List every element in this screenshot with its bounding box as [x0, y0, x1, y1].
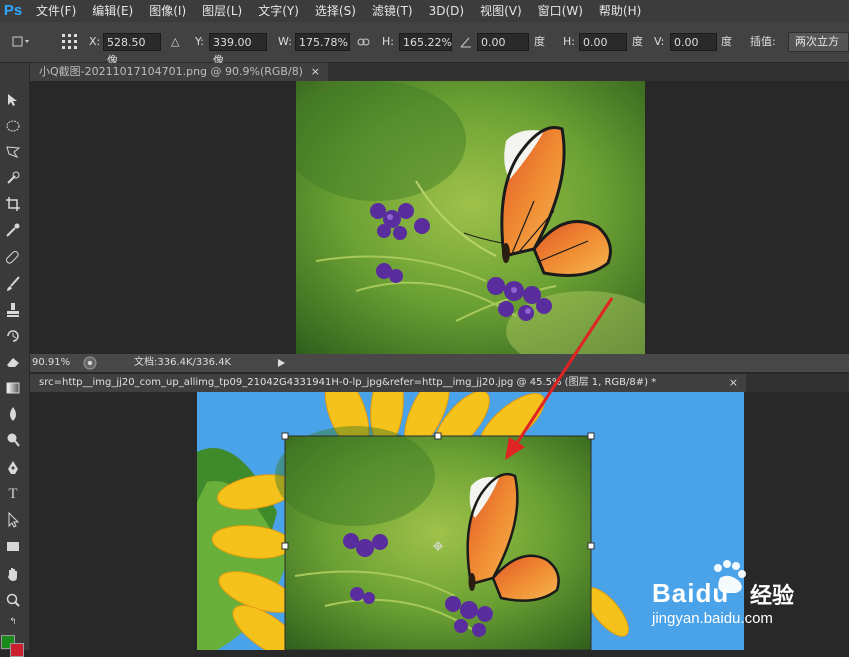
status-arrow-icon[interactable]: [276, 358, 286, 368]
x-label: X:: [89, 35, 101, 48]
reference-point-icon[interactable]: [60, 32, 80, 52]
watermark-url: jingyan.baidu.com: [652, 610, 773, 627]
menu-help[interactable]: 帮助(H): [593, 0, 647, 22]
hskew-label: H:: [563, 35, 575, 48]
zoom-tool-icon[interactable]: [2, 589, 24, 611]
blur-tool-icon[interactable]: [2, 403, 24, 425]
move-tool-icon[interactable]: [2, 89, 24, 111]
y-input[interactable]: 339.00 像: [209, 33, 267, 67]
butterfly-image: [296, 81, 645, 354]
path-select-tool-icon[interactable]: [2, 509, 24, 531]
quick-select-tool-icon[interactable]: [2, 167, 24, 189]
document-tab-2-title: src=http__img_jj20_com_up_allimg_tp09_21…: [39, 377, 657, 388]
relative-position-icon[interactable]: △: [171, 33, 179, 51]
w-label: W:: [278, 35, 292, 48]
menu-layer[interactable]: 图层(L): [196, 0, 248, 22]
watermark-brand: Baidu: [652, 578, 730, 608]
status-bar-1: 90.91% 文档:336.4K/336.4K: [30, 354, 849, 372]
marquee-tool-icon[interactable]: [2, 115, 24, 137]
document-size: 文档:336.4K/336.4K: [134, 357, 232, 368]
angle-unit: 度: [534, 35, 545, 48]
menu-type[interactable]: 文字(Y): [252, 0, 305, 22]
y-label: Y:: [195, 35, 204, 48]
transform-tool-icon: [12, 36, 29, 47]
menu-image[interactable]: 图像(I): [143, 0, 192, 22]
h-input[interactable]: 165.22%: [399, 33, 452, 51]
tools-panel: T ↰: [0, 63, 30, 657]
angle-icon: [460, 37, 471, 48]
baidu-jingyan-watermark: Baidu 经验 jingyan.baidu.com: [650, 552, 810, 632]
eraser-tool-icon[interactable]: [2, 351, 24, 373]
document-canvas-1[interactable]: [30, 81, 849, 354]
history-brush-tool-icon[interactable]: [2, 325, 24, 347]
status-menu-icon[interactable]: [83, 356, 97, 370]
shape-tool-icon[interactable]: [2, 535, 24, 557]
hand-tool-icon[interactable]: [2, 563, 24, 585]
h-label: H:: [382, 35, 394, 48]
document-tab-2[interactable]: src=http__img_jj20_com_up_allimg_tp09_21…: [30, 374, 746, 392]
w-input[interactable]: 175.78%: [295, 33, 350, 51]
dodge-tool-icon[interactable]: [2, 429, 24, 451]
vskew-unit: 度: [721, 35, 732, 48]
brush-tool-icon[interactable]: [2, 273, 24, 295]
document-tab-bar-2: src=http__img_jj20_com_up_allimg_tp09_21…: [30, 374, 849, 392]
hskew-unit: 度: [632, 35, 643, 48]
menu-edit[interactable]: 编辑(E): [86, 0, 139, 22]
menu-3d[interactable]: 3D(D): [423, 0, 470, 22]
swap-colors-icon[interactable]: ↰: [2, 611, 24, 633]
menu-view[interactable]: 视图(V): [474, 0, 528, 22]
background-color-swatch[interactable]: [10, 643, 24, 657]
vskew-label: V:: [654, 35, 665, 48]
zoom-level[interactable]: 90.91%: [30, 354, 84, 372]
crop-tool-icon[interactable]: [2, 193, 24, 215]
interpolation-select[interactable]: 两次立方: [788, 32, 849, 52]
healing-brush-tool-icon[interactable]: [2, 247, 24, 269]
link-icon[interactable]: [357, 37, 371, 47]
pen-tool-icon[interactable]: [2, 457, 24, 479]
document-tab-1-title: 小Q截图-20211017104701.png @ 90.9%(RGB/8): [39, 65, 303, 78]
menu-file[interactable]: 文件(F): [30, 0, 82, 22]
type-tool-icon[interactable]: T: [2, 483, 24, 505]
lasso-tool-icon[interactable]: [2, 141, 24, 163]
close-icon[interactable]: ×: [729, 374, 738, 392]
document-tab-bar-1: 小Q截图-20211017104701.png @ 90.9%(RGB/8) ×: [30, 63, 849, 81]
ps-logo: Ps: [3, 2, 23, 19]
vskew-input[interactable]: 0.00: [670, 33, 717, 51]
eyedropper-tool-icon[interactable]: [2, 219, 24, 241]
menu-bar: Ps 文件(F) 编辑(E) 图像(I) 图层(L) 文字(Y) 选择(S) 滤…: [0, 0, 849, 22]
clone-stamp-tool-icon[interactable]: [2, 299, 24, 321]
close-icon[interactable]: ×: [311, 63, 320, 81]
watermark-brand-cn: 经验: [750, 584, 795, 609]
x-input[interactable]: 528.50 像: [103, 33, 161, 67]
hskew-input[interactable]: 0.00: [579, 33, 627, 51]
document-tab-1[interactable]: 小Q截图-20211017104701.png @ 90.9%(RGB/8) ×: [30, 63, 328, 81]
menu-window[interactable]: 窗口(W): [532, 0, 589, 22]
options-bar: X: 528.50 像 △ Y: 339.00 像 W: 175.78% H: …: [0, 22, 849, 67]
menu-filter[interactable]: 滤镜(T): [366, 0, 419, 22]
menu-select[interactable]: 选择(S): [309, 0, 362, 22]
angle-input[interactable]: 0.00: [477, 33, 529, 51]
interpolation-label: 插值:: [750, 35, 776, 48]
gradient-tool-icon[interactable]: [2, 377, 24, 399]
